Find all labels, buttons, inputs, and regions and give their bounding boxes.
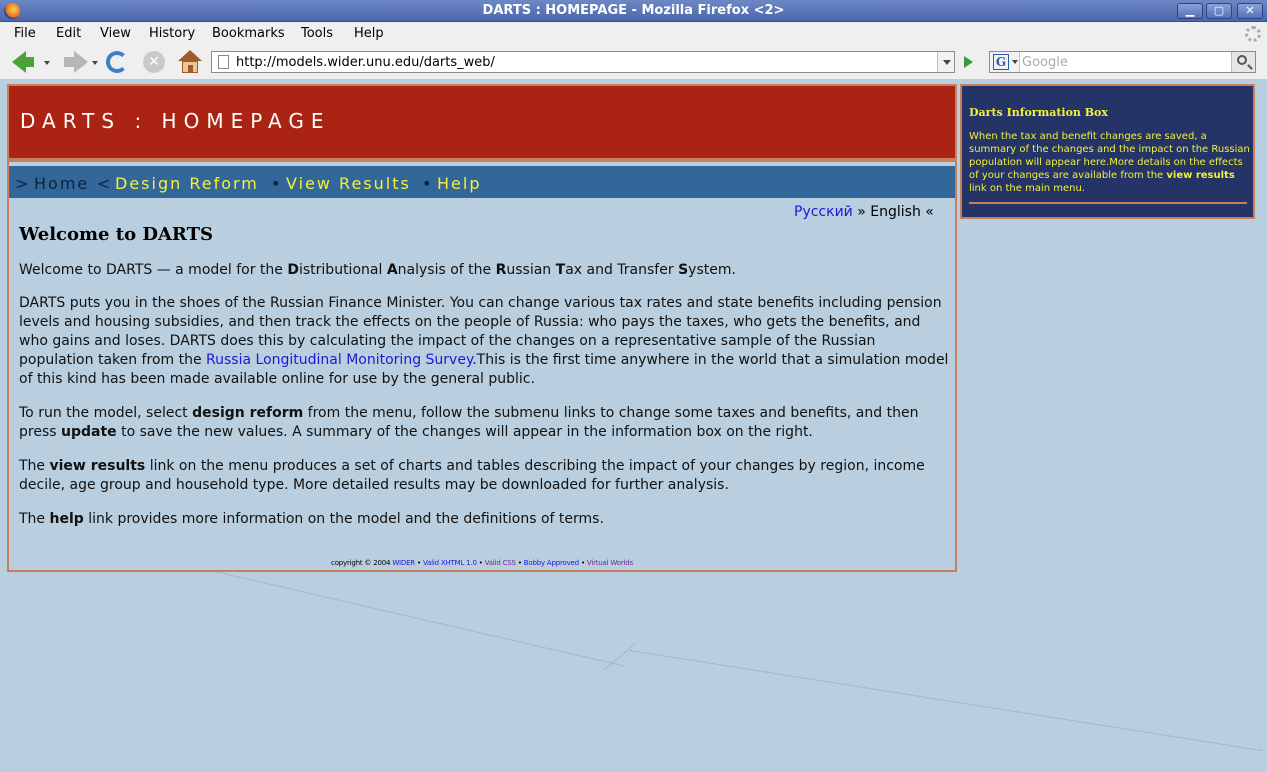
throbber-icon — [1245, 26, 1261, 42]
menu-help[interactable]: Help — [354, 26, 384, 41]
footer-separator: • — [517, 559, 522, 567]
acronym-letter: R — [495, 262, 507, 278]
acronym-letter: D — [287, 262, 299, 278]
text: link provides more information on the mo… — [83, 511, 604, 527]
forward-history-dropdown-icon[interactable] — [92, 61, 98, 65]
text: ussian — [506, 262, 556, 278]
search-button[interactable] — [1231, 52, 1255, 72]
google-icon: G — [993, 54, 1009, 70]
page-icon — [218, 55, 229, 69]
decorative-trail — [629, 650, 1263, 752]
url-bar[interactable]: http://models.wider.unu.edu/darts_web/ — [211, 51, 955, 73]
lang-russian-link[interactable]: Русский — [794, 204, 853, 220]
keyword-view-results: view results — [1166, 170, 1235, 181]
acronym-letter: S — [678, 262, 689, 278]
page-banner: DARTS : HOMEPAGE — [9, 86, 955, 162]
search-input[interactable] — [1022, 54, 1230, 70]
lang-end-mark: « — [925, 204, 934, 220]
nav-separator: • — [271, 174, 283, 193]
text: The — [19, 511, 50, 527]
lang-separator: » — [857, 204, 866, 220]
page-viewport: DARTS : HOMEPAGE > Home < Design Reform … — [0, 81, 1267, 772]
copyright-text: copyright © 2004 — [331, 559, 391, 567]
nav-item-home[interactable]: Home — [34, 174, 89, 193]
results-paragraph: The view results link on the menu produc… — [19, 457, 949, 495]
text: to save the new values. A summary of the… — [116, 424, 813, 440]
minimize-button[interactable]: ▁ — [1177, 3, 1203, 19]
footer-link-css[interactable]: Valid CSS — [485, 559, 516, 567]
text: nalysis of the — [397, 262, 496, 278]
lang-english-current: English — [870, 204, 921, 220]
nav-separator: • — [422, 174, 434, 193]
footer-separator: • — [417, 559, 421, 567]
info-box-divider — [969, 202, 1247, 204]
text: ystem. — [688, 262, 736, 278]
menu-bar: File Edit View History Bookmarks Tools H… — [0, 22, 1267, 46]
menu-bookmarks[interactable]: Bookmarks — [212, 26, 285, 41]
main-content-box: DARTS : HOMEPAGE > Home < Design Reform … — [7, 84, 957, 572]
search-bar: G — [989, 51, 1256, 73]
go-arrow-icon — [964, 56, 973, 68]
search-engine-selector[interactable]: G — [990, 52, 1020, 72]
forward-arrow-icon[interactable] — [64, 51, 88, 73]
menu-file[interactable]: File — [14, 26, 36, 41]
rlms-link[interactable]: Russia Longitudinal Monitoring Survey — [206, 352, 472, 368]
footer-link-wider[interactable]: WIDER — [392, 559, 415, 567]
keyword-help: help — [49, 511, 84, 527]
darts-information-box: Darts Information Box When the tax and b… — [960, 84, 1255, 219]
magnifier-icon — [1237, 55, 1247, 65]
chevron-down-icon — [1012, 60, 1018, 64]
url-text[interactable]: http://models.wider.unu.edu/darts_web/ — [236, 55, 495, 70]
text: istributional — [298, 262, 387, 278]
menu-edit[interactable]: Edit — [56, 26, 81, 41]
footer-link-bobby[interactable]: Bobby Approved — [524, 559, 579, 567]
acronym-letter: A — [386, 262, 398, 278]
text: link on the main menu. — [969, 183, 1086, 194]
go-button[interactable] — [957, 51, 979, 73]
text: link on the menu produces a set of chart… — [19, 458, 925, 493]
reload-icon[interactable] — [106, 51, 128, 73]
menu-tools[interactable]: Tools — [301, 26, 333, 41]
banner-title: DARTS : HOMEPAGE — [20, 109, 331, 133]
keyword-design-reform: design reform — [192, 405, 304, 421]
info-box-title: Darts Information Box — [969, 106, 1108, 119]
keyword-view-results: view results — [49, 458, 146, 474]
home-icon[interactable] — [178, 50, 202, 74]
instructions-paragraph: To run the model, select design reform f… — [19, 404, 949, 442]
menu-history[interactable]: History — [149, 26, 195, 41]
intro-paragraph: Welcome to DARTS — a model for the Distr… — [19, 261, 949, 280]
keyword-update: update — [61, 424, 117, 440]
nav-item-design-reform[interactable]: Design Reform — [115, 174, 259, 193]
window-titlebar: DARTS : HOMEPAGE - Mozilla Firefox <2> ▁… — [0, 0, 1267, 22]
close-button[interactable]: ✕ — [1237, 3, 1263, 19]
text: The — [19, 458, 50, 474]
site-nav-menu: > Home < Design Reform • View Results • … — [9, 166, 955, 198]
footer-link-xhtml[interactable]: Valid XHTML 1.0 — [423, 559, 477, 567]
stop-icon[interactable]: ✕ — [143, 51, 165, 73]
window-title: DARTS : HOMEPAGE - Mozilla Firefox <2> — [482, 3, 785, 18]
nav-current-suffix: < — [97, 174, 113, 193]
text: To run the model, select — [19, 405, 193, 421]
help-paragraph: The help link provides more information … — [19, 510, 949, 529]
text: Welcome to DARTS — a model for the — [19, 262, 288, 278]
page-title: Welcome to DARTS — [19, 224, 213, 245]
language-switcher: Русский » English « — [794, 204, 934, 220]
description-paragraph: DARTS puts you in the shoes of the Russi… — [19, 294, 949, 389]
nav-current-prefix: > — [15, 174, 31, 193]
acronym-letter: T — [555, 262, 566, 278]
footer-link-virtual-worlds[interactable]: Virtual Worlds — [587, 559, 633, 567]
footer-separator: • — [478, 559, 483, 567]
back-arrow-icon[interactable] — [12, 51, 34, 73]
nav-item-view-results[interactable]: View Results — [286, 174, 411, 193]
footer-separator: • — [580, 559, 585, 567]
back-history-dropdown-icon[interactable] — [44, 61, 50, 65]
info-box-text: When the tax and benefit changes are sav… — [969, 130, 1251, 195]
maximize-button[interactable]: ▢ — [1206, 3, 1232, 19]
text: ax and Transfer — [565, 262, 679, 278]
url-history-dropdown[interactable] — [937, 52, 954, 72]
menu-view[interactable]: View — [100, 26, 131, 41]
nav-item-help[interactable]: Help — [437, 174, 481, 193]
chevron-down-icon — [943, 60, 951, 65]
page-footer: copyright © 2004 WIDER • Valid XHTML 1.0… — [9, 559, 955, 567]
